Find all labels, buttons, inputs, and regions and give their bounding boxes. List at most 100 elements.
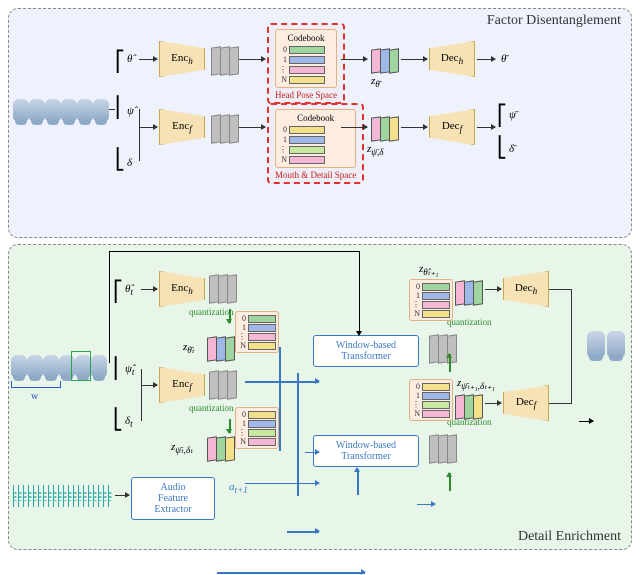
decoder-f-sub: f: [460, 124, 463, 134]
codebook-entry: [289, 56, 325, 64]
connector: [139, 59, 157, 60]
encoder-f: Encf: [159, 109, 205, 145]
lbl: h: [533, 286, 538, 296]
delta-label: δ: [127, 157, 132, 169]
detail-enrichment-panel: Detail Enrichment w ⎡ ⎢ ⎣ θ̂t ψ̂t δt Enc…: [8, 244, 632, 550]
connector: [359, 251, 360, 333]
encoder-h-sub: h: [188, 56, 193, 66]
codebook-entry: [289, 76, 325, 84]
lbl: f: [189, 382, 192, 392]
codebook-entry: [289, 66, 325, 74]
connector: [139, 109, 140, 161]
codebook-row: ⋮: [238, 332, 276, 341]
codebook-row: N: [412, 409, 450, 418]
z-component: [389, 116, 399, 141]
connector: [109, 251, 359, 252]
decoder-f-bot: Decf: [503, 385, 549, 421]
small-codebook-theta-out: 01⋮N: [409, 279, 453, 321]
connector: [109, 109, 115, 110]
encoder-f-label: Enc: [172, 120, 189, 132]
feature-h-t: [209, 275, 236, 303]
connector: [239, 59, 265, 60]
output-face-pair: [587, 331, 625, 357]
bracket: ⎡: [113, 283, 123, 301]
codebook-index: 0: [279, 45, 287, 54]
quantization-label-1: quantization: [189, 307, 234, 317]
psi-bar-label: ψ̄: [509, 109, 516, 121]
codebook-head: Codebook 01⋮N: [275, 29, 337, 88]
z-theta-label: zθ̄: [371, 75, 380, 89]
split-bracket-mid: ⎢: [115, 99, 125, 117]
codebook-row: N: [412, 309, 450, 318]
transformer-1: Window-based Transformer: [313, 335, 419, 367]
bracket: ⎣: [113, 411, 123, 429]
connector: [549, 403, 571, 404]
codebook-row: 1: [412, 291, 450, 300]
connector: [115, 495, 129, 496]
small-codebook-psi: 01⋮N: [235, 407, 279, 449]
quant-arrow: [229, 309, 231, 323]
delta-bar-label: δ̄: [509, 143, 514, 155]
quantization-label-2: quantization: [189, 403, 234, 413]
codebook-index: 1: [279, 135, 287, 144]
connector: [485, 289, 501, 290]
connector-blue: [287, 531, 319, 533]
z-theta-t-label: zθ̄ₜ: [183, 341, 194, 356]
w-label: w: [31, 391, 38, 402]
codebook-row: 1: [238, 323, 276, 332]
input-face-sequence: [13, 99, 109, 121]
connector: [341, 127, 367, 128]
lbl: f: [534, 400, 537, 410]
decoder-f-label: Dec: [442, 120, 460, 132]
lbl: Enc: [172, 378, 189, 390]
feature-out-f: [429, 435, 456, 463]
z-psi-t-label: zψ̄ₜ,δₜ: [171, 441, 193, 456]
window-box: [71, 351, 91, 381]
codebook-row: 1: [279, 135, 352, 144]
codebook-index: ⋮: [279, 65, 287, 74]
codebook-row: ⋮: [238, 428, 276, 437]
decoder-h-bot: Dech: [503, 271, 549, 307]
connector: [571, 289, 572, 404]
codebook-entry: [289, 156, 325, 164]
z-theta-vector: [371, 49, 398, 73]
connector: [341, 59, 367, 60]
panel-title-top: Factor Disentanglement: [487, 13, 621, 29]
arrowhead: [356, 331, 362, 336]
z-psi-t1-label: zψ̄ₜ₊₁,δₜ₊₁: [457, 377, 495, 392]
codebook-header-2: Codebook: [279, 113, 352, 123]
z-psi-t-vector: [207, 437, 234, 461]
feature-vectors-f: [211, 115, 238, 143]
codebook-row: N: [279, 75, 333, 84]
codebook-entry: [289, 126, 325, 134]
codebook-index: N: [279, 155, 287, 164]
connector-blue: [245, 483, 319, 485]
codebook-row: N: [238, 437, 276, 446]
audio-waveform: [13, 485, 113, 507]
small-codebook-theta: 01⋮N: [235, 311, 279, 353]
codebook-entry: [289, 146, 325, 154]
theta-hat-t-label: θ̂t: [125, 283, 133, 297]
codebook-row: 0: [412, 282, 450, 291]
connector: [109, 251, 110, 363]
lbl: Enc: [171, 282, 188, 294]
connector: [141, 385, 157, 386]
connector-blue: [417, 504, 435, 506]
audio-feature-extractor: Audio Feature Extractor: [131, 477, 215, 520]
quant-arrow-up: [449, 473, 451, 491]
codebook-index: N: [279, 75, 287, 84]
quantization-label-3: quantization: [447, 317, 492, 327]
encoder-f-bot: Encf: [159, 367, 205, 403]
encoder-h-bot: Ench: [159, 271, 205, 307]
psi-hat-t-label: ψ̂t: [125, 363, 134, 377]
window-brace: [11, 381, 61, 388]
codebook-row: 0: [279, 45, 333, 54]
z-component: [473, 280, 483, 305]
split-bracket-top: ⎡: [115, 53, 125, 71]
codebook-row: N: [238, 341, 276, 350]
factor-disentanglement-panel: Factor Disentanglement ⎡ ⎢ ⎣ θ̂ ψ̂ δ Enc…: [8, 8, 632, 238]
lbl: h: [188, 286, 193, 296]
decoder-h: Dech: [429, 41, 475, 77]
feature-out-h: [429, 335, 456, 363]
codebook-row: ⋮: [412, 300, 450, 309]
